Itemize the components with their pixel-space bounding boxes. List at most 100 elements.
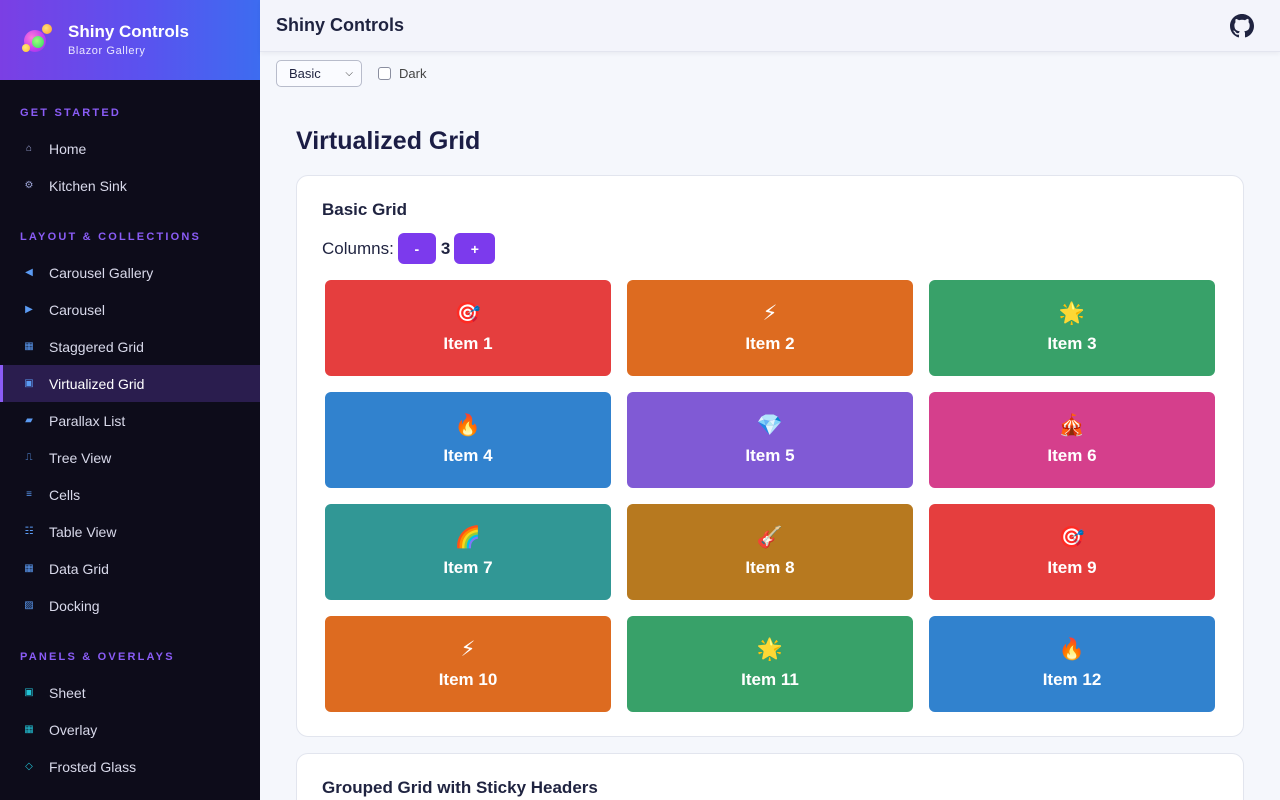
grouped-grid-card: Grouped Grid with Sticky Headers [296, 753, 1244, 800]
grid-item-label: Item 6 [1047, 446, 1097, 465]
sidebar-item-label: Table View [49, 523, 117, 540]
brand-title: Shiny Controls [68, 22, 189, 41]
grid-item-emoji-icon: 🌈 [454, 526, 482, 549]
sidebar-item-label: Virtualized Grid [49, 375, 145, 392]
triangle-right-icon: ▶ [25, 304, 33, 315]
dark-mode-label: Dark [399, 66, 427, 81]
grid-item-label: Item 2 [745, 334, 795, 353]
sidebar-item-parallax-list[interactable]: ▰ Parallax List [0, 402, 260, 439]
sidebar-item-label: Staggered Grid [49, 338, 144, 355]
grid-item-emoji-icon: 🔥 [454, 414, 482, 437]
grid-item-label: Item 10 [438, 670, 498, 689]
sidebar-item-label: Carousel [49, 301, 106, 318]
sidebar-item-frosted-glass[interactable]: ◇ Frosted Glass [0, 748, 260, 785]
sidebar-item-label: Cells [49, 486, 81, 503]
sidebar-item-virtualized-grid[interactable]: ▣ Virtualized Grid [0, 365, 260, 402]
page-title: Virtualized Grid [296, 127, 481, 155]
columns-label: Columns: [322, 238, 394, 258]
grid-item-emoji-icon: 🎸 [756, 526, 784, 549]
sidebar-item-label: Docking [49, 597, 100, 614]
nav-section-heading: GET STARTED [20, 107, 121, 119]
sidebar-item-label: Frosted Glass [49, 758, 137, 775]
decrease-columns-button[interactable]: - [397, 233, 436, 264]
grid-item-emoji-icon: ⚡ [460, 638, 476, 661]
chevron-down-icon: ⌵ [345, 68, 353, 79]
grid-item-label: Item 9 [1047, 558, 1097, 577]
sidebar-item-data-grid[interactable]: ▦ Data Grid [0, 550, 260, 587]
grid-item-emoji-icon: 🎯 [454, 302, 482, 325]
parallelogram-icon: ▰ [25, 415, 33, 426]
grid-item-emoji-icon: 🌟 [756, 638, 784, 661]
sidebar-item-label: Data Grid [49, 560, 109, 577]
grid-item-emoji-icon: 🎪 [1058, 414, 1086, 437]
grid-item-label: Item 1 [443, 334, 493, 353]
nav-section-heading: PANELS & OVERLAYS [20, 651, 175, 663]
grid-item-label: Item 5 [745, 446, 795, 465]
sheet-icon: ▣ [24, 687, 34, 698]
gear-icon: ⚙ [24, 180, 34, 191]
sidebar-item-label: Parallax List [49, 412, 126, 429]
sidebar-item-carousel[interactable]: ▶ Carousel [0, 291, 260, 328]
grid-item[interactable]: 🎪 Item 6 [929, 392, 1215, 488]
square-icon: ▣ [24, 378, 34, 389]
sidebar-item-label: Carousel Gallery [49, 264, 154, 281]
sidebar-item-tree-view[interactable]: ⎍ Tree View [0, 439, 260, 476]
app-logo-icon [22, 24, 54, 56]
grid-item[interactable]: ⚡ Item 2 [627, 280, 913, 376]
diamond-icon: ◇ [25, 761, 33, 772]
grid-item[interactable]: 🔥 Item 12 [929, 616, 1215, 712]
nav-section-heading: LAYOUT & COLLECTIONS [20, 231, 202, 243]
grid-item[interactable]: 💎 Item 5 [627, 392, 913, 488]
grid-item-emoji-icon: 🔥 [1058, 638, 1086, 661]
basic-grid-title: Basic Grid [322, 200, 408, 219]
grid-item[interactable]: 🌟 Item 11 [627, 616, 913, 712]
grid-item-label: Item 4 [443, 446, 493, 465]
sidebar-item-carousel-gallery[interactable]: ◀ Carousel Gallery [0, 254, 260, 291]
grid-item-label: Item 7 [443, 558, 493, 577]
sidebar-item-cells[interactable]: ≡ Cells [0, 476, 260, 513]
grid-item-label: Item 12 [1042, 670, 1102, 689]
table-icon: ☷ [24, 526, 34, 537]
grid-item[interactable]: 🌟 Item 3 [929, 280, 1215, 376]
sidebar-item-sheet[interactable]: ▣ Sheet [0, 674, 260, 711]
header-title: Shiny Controls [276, 15, 405, 35]
grid-item-label: Item 3 [1047, 334, 1097, 353]
dark-mode-toggle[interactable]: Dark [378, 66, 426, 81]
sidebar-item-label: Home [49, 140, 87, 157]
columns-control: Columns: - 3 + [322, 233, 496, 264]
dark-mode-checkbox[interactable] [378, 67, 391, 80]
theme-select-value: Basic [289, 66, 321, 81]
list-icon: ≡ [26, 489, 32, 500]
virtualized-grid: 🎯 Item 1 ⚡ Item 2 🌟 Item 3 🔥 Item 4 💎 Item 5 🎪 Item… [325, 280, 1215, 712]
basic-grid-card: Basic Grid Columns: - 3 + 🎯 Item 1 ⚡ Item 2… [296, 175, 1244, 737]
grid-icon: ▦ [24, 341, 34, 352]
tree-icon: ⎍ [25, 452, 33, 463]
grid-item-emoji-icon: 💎 [756, 414, 784, 437]
grid-item[interactable]: ⚡ Item 10 [325, 616, 611, 712]
home-icon: ⌂ [25, 143, 33, 154]
grid-item[interactable]: 🎯 Item 9 [929, 504, 1215, 600]
brand-header[interactable]: Shiny Controls Blazor Gallery [0, 0, 260, 80]
theme-toolbar: Basic ⌵ Dark [276, 60, 426, 87]
sidebar-item-docking[interactable]: ▨ Docking [0, 587, 260, 624]
brand-subtitle: Blazor Gallery [68, 45, 146, 57]
grid-item[interactable]: 🔥 Item 4 [325, 392, 611, 488]
sidebar-item-table-view[interactable]: ☷ Table View [0, 513, 260, 550]
grid-item[interactable]: 🌈 Item 7 [325, 504, 611, 600]
sidebar-item-label: Overlay [49, 721, 98, 738]
sidebar-item-home[interactable]: ⌂ Home [0, 130, 260, 167]
github-icon[interactable] [1230, 14, 1254, 38]
sidebar-item-label: Sheet [49, 684, 86, 701]
top-bar: Shiny Controls [260, 0, 1280, 52]
docking-icon: ▨ [24, 600, 34, 611]
sidebar-item-staggered-grid[interactable]: ▦ Staggered Grid [0, 328, 260, 365]
sidebar-item-overlay[interactable]: ▦ Overlay [0, 711, 260, 748]
grid-item-emoji-icon: ⚡ [762, 302, 778, 325]
triangle-left-icon: ◀ [25, 267, 33, 278]
increase-columns-button[interactable]: + [454, 233, 496, 264]
grid-item[interactable]: 🎯 Item 1 [325, 280, 611, 376]
sidebar-item-kitchen-sink[interactable]: ⚙ Kitchen Sink [0, 167, 260, 204]
grid-item-label: Item 8 [745, 558, 795, 577]
theme-select[interactable]: Basic ⌵ [276, 60, 362, 87]
grid-item[interactable]: 🎸 Item 8 [627, 504, 913, 600]
